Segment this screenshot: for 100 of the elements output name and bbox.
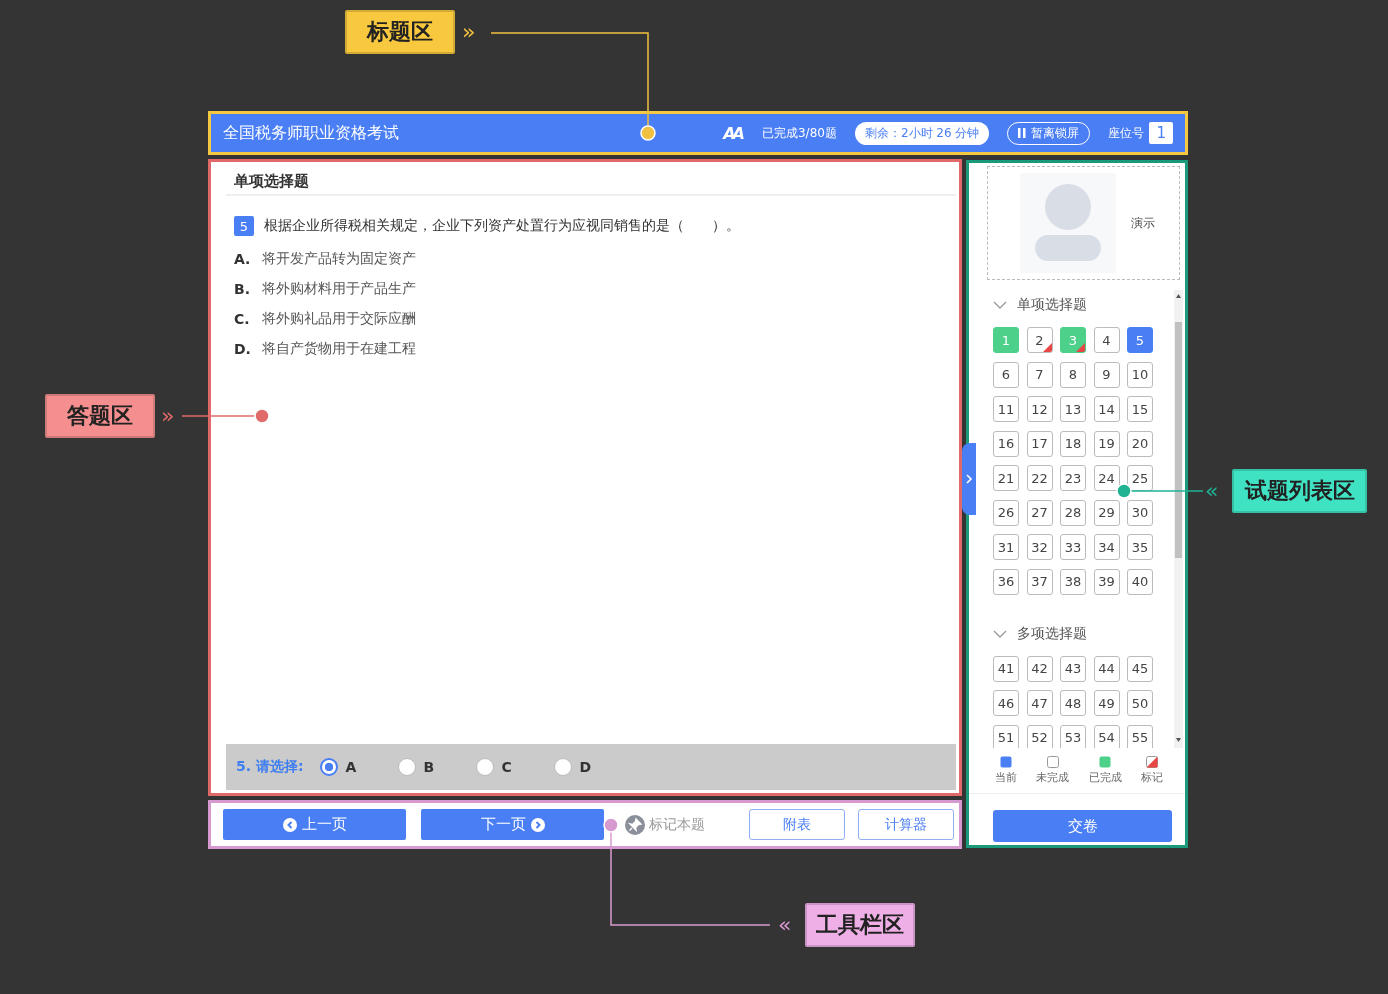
question-number-button[interactable]: 13 xyxy=(1060,396,1086,422)
option-letter: A. xyxy=(234,251,250,267)
legend-swatch-icon xyxy=(1046,756,1059,768)
radio-button[interactable] xyxy=(319,758,338,776)
choice-label: A xyxy=(345,759,357,775)
question-number-button[interactable]: 38 xyxy=(1060,568,1086,595)
question-number-button[interactable]: 28 xyxy=(1060,499,1086,526)
question-number-button[interactable]: 26 xyxy=(993,499,1019,526)
question-number-button[interactable]: 50 xyxy=(1127,690,1153,716)
radio-button[interactable] xyxy=(397,758,416,776)
question-number-button[interactable]: 47 xyxy=(1026,690,1053,716)
previous-button[interactable]: 上一页 xyxy=(223,809,406,840)
question-number-button[interactable]: 10 xyxy=(1127,361,1153,388)
question-number-button[interactable]: 42 xyxy=(1026,655,1053,682)
question-number-button[interactable]: 41 xyxy=(993,655,1019,682)
seat-label: 座位号 xyxy=(1108,124,1145,142)
question-number-button[interactable]: 45 xyxy=(1127,655,1153,682)
question-number-button[interactable]: 40 xyxy=(1127,568,1153,595)
choice-label: B xyxy=(423,759,435,775)
answer-prompt: 5. 请选择: xyxy=(236,758,304,776)
question-number-button[interactable]: 53 xyxy=(1060,724,1086,748)
question-number-button[interactable]: 31 xyxy=(993,534,1019,560)
question-number-button[interactable]: 14 xyxy=(1093,396,1120,422)
question-number-button[interactable]: 29 xyxy=(1093,499,1120,526)
question-number-button[interactable]: 23 xyxy=(1060,465,1086,491)
question-number: 5 xyxy=(234,216,254,236)
option-letter: B. xyxy=(234,281,250,297)
question-number-button[interactable]: 32 xyxy=(1026,534,1053,560)
callout-arrow: « xyxy=(1205,477,1219,505)
next-button[interactable]: 下一页 xyxy=(421,809,604,840)
question-number-button[interactable]: 19 xyxy=(1093,430,1120,457)
question-number-button[interactable]: 54 xyxy=(1093,724,1120,748)
question-number-button[interactable]: 33 xyxy=(1060,534,1086,560)
question-number-button[interactable]: 21 xyxy=(993,465,1019,491)
question-number-button[interactable]: 15 xyxy=(1127,396,1153,422)
choice-label: C xyxy=(501,759,512,775)
radio-button[interactable] xyxy=(553,758,572,776)
question-number-button[interactable]: 44 xyxy=(1093,655,1120,682)
caret-icon[interactable] xyxy=(993,629,1007,638)
question-number-button[interactable]: 17 xyxy=(1026,430,1053,457)
section-title: 单项选择题 xyxy=(226,162,956,196)
callout-label: 标题区 xyxy=(345,10,455,54)
anchor-dot xyxy=(640,125,656,141)
font-size-button[interactable]: AA xyxy=(723,123,742,143)
question-number-button[interactable]: 8 xyxy=(1060,361,1086,388)
question-number-button[interactable]: 49 xyxy=(1093,690,1120,716)
question-text: 根据企业所得税相关规定，企业下列资产处置行为应视同销售的是（ ）。 xyxy=(264,217,740,235)
chevron-right-icon xyxy=(530,817,545,832)
question-number-button[interactable]: 2 xyxy=(1026,327,1053,353)
candidate-name: 演示 xyxy=(1131,214,1155,232)
choice-label: D xyxy=(579,759,592,775)
question-number-button[interactable]: 43 xyxy=(1060,655,1086,682)
question-number-button[interactable]: 39 xyxy=(1093,568,1120,595)
question-number-button[interactable]: 46 xyxy=(993,690,1019,716)
option-text: 将外购礼品用于交际应酬 xyxy=(262,310,416,328)
avatar-icon xyxy=(1020,173,1116,273)
exam-title: 全国税务师职业资格考试 xyxy=(223,122,399,144)
question-number-button[interactable]: 35 xyxy=(1127,534,1153,560)
question-number-button[interactable]: 30 xyxy=(1127,499,1153,526)
chevron-left-icon xyxy=(282,817,297,832)
legend-label: 标记 xyxy=(1141,770,1163,785)
question-number-button[interactable]: 7 xyxy=(1026,361,1053,388)
question-number-button[interactable]: 16 xyxy=(993,430,1019,457)
question-number-button[interactable]: 9 xyxy=(1093,361,1120,388)
question-number-button[interactable]: 20 xyxy=(1127,430,1153,457)
question-number-button[interactable]: 5 xyxy=(1127,327,1153,353)
question-number-button[interactable]: 12 xyxy=(1026,396,1053,422)
question-number-button[interactable]: 48 xyxy=(1060,690,1086,716)
question-number-button[interactable]: 22 xyxy=(1026,465,1053,491)
scrollbar[interactable] xyxy=(1174,290,1183,748)
question-number-button[interactable]: 34 xyxy=(1093,534,1120,560)
question-number-button[interactable]: 55 xyxy=(1127,724,1153,748)
collapse-tab[interactable] xyxy=(962,443,976,515)
callout-label: 答题区 xyxy=(45,394,155,438)
legend-swatch-icon xyxy=(1099,756,1112,768)
appendix-button[interactable]: 附表 xyxy=(749,809,845,840)
question-number-button[interactable]: 24 xyxy=(1093,465,1120,491)
question-number-button[interactable]: 36 xyxy=(993,568,1019,595)
pause-icon xyxy=(1018,128,1027,138)
question-number-button[interactable]: 25 xyxy=(1127,465,1153,491)
question-number-button[interactable]: 52 xyxy=(1026,724,1053,748)
question-number-button[interactable]: 18 xyxy=(1060,430,1086,457)
option-text: 将开发产品转为固定资产 xyxy=(262,250,416,268)
question-number-button[interactable]: 37 xyxy=(1026,568,1053,595)
radio-button[interactable] xyxy=(475,758,494,776)
legend-swatch-icon xyxy=(1000,756,1012,768)
question-number-button[interactable]: 6 xyxy=(993,361,1019,388)
progress-text: 已完成3/80题 xyxy=(761,124,837,142)
callout-arrow: » xyxy=(161,402,175,430)
callout-arrow: « xyxy=(778,911,792,939)
question-number-button[interactable]: 11 xyxy=(993,396,1019,422)
group-title: 多项选择题 xyxy=(1017,624,1087,643)
calculator-button[interactable]: 计算器 xyxy=(858,809,954,840)
question-number-button[interactable]: 27 xyxy=(1026,499,1053,526)
question-number-button[interactable]: 4 xyxy=(1093,327,1120,353)
option-text: 将自产货物用于在建工程 xyxy=(262,340,416,358)
question-number-button[interactable]: 51 xyxy=(993,724,1019,748)
caret-icon[interactable] xyxy=(993,301,1007,309)
seat-number: 1 xyxy=(1149,122,1173,144)
submit-button[interactable]: 交卷 xyxy=(993,810,1172,842)
